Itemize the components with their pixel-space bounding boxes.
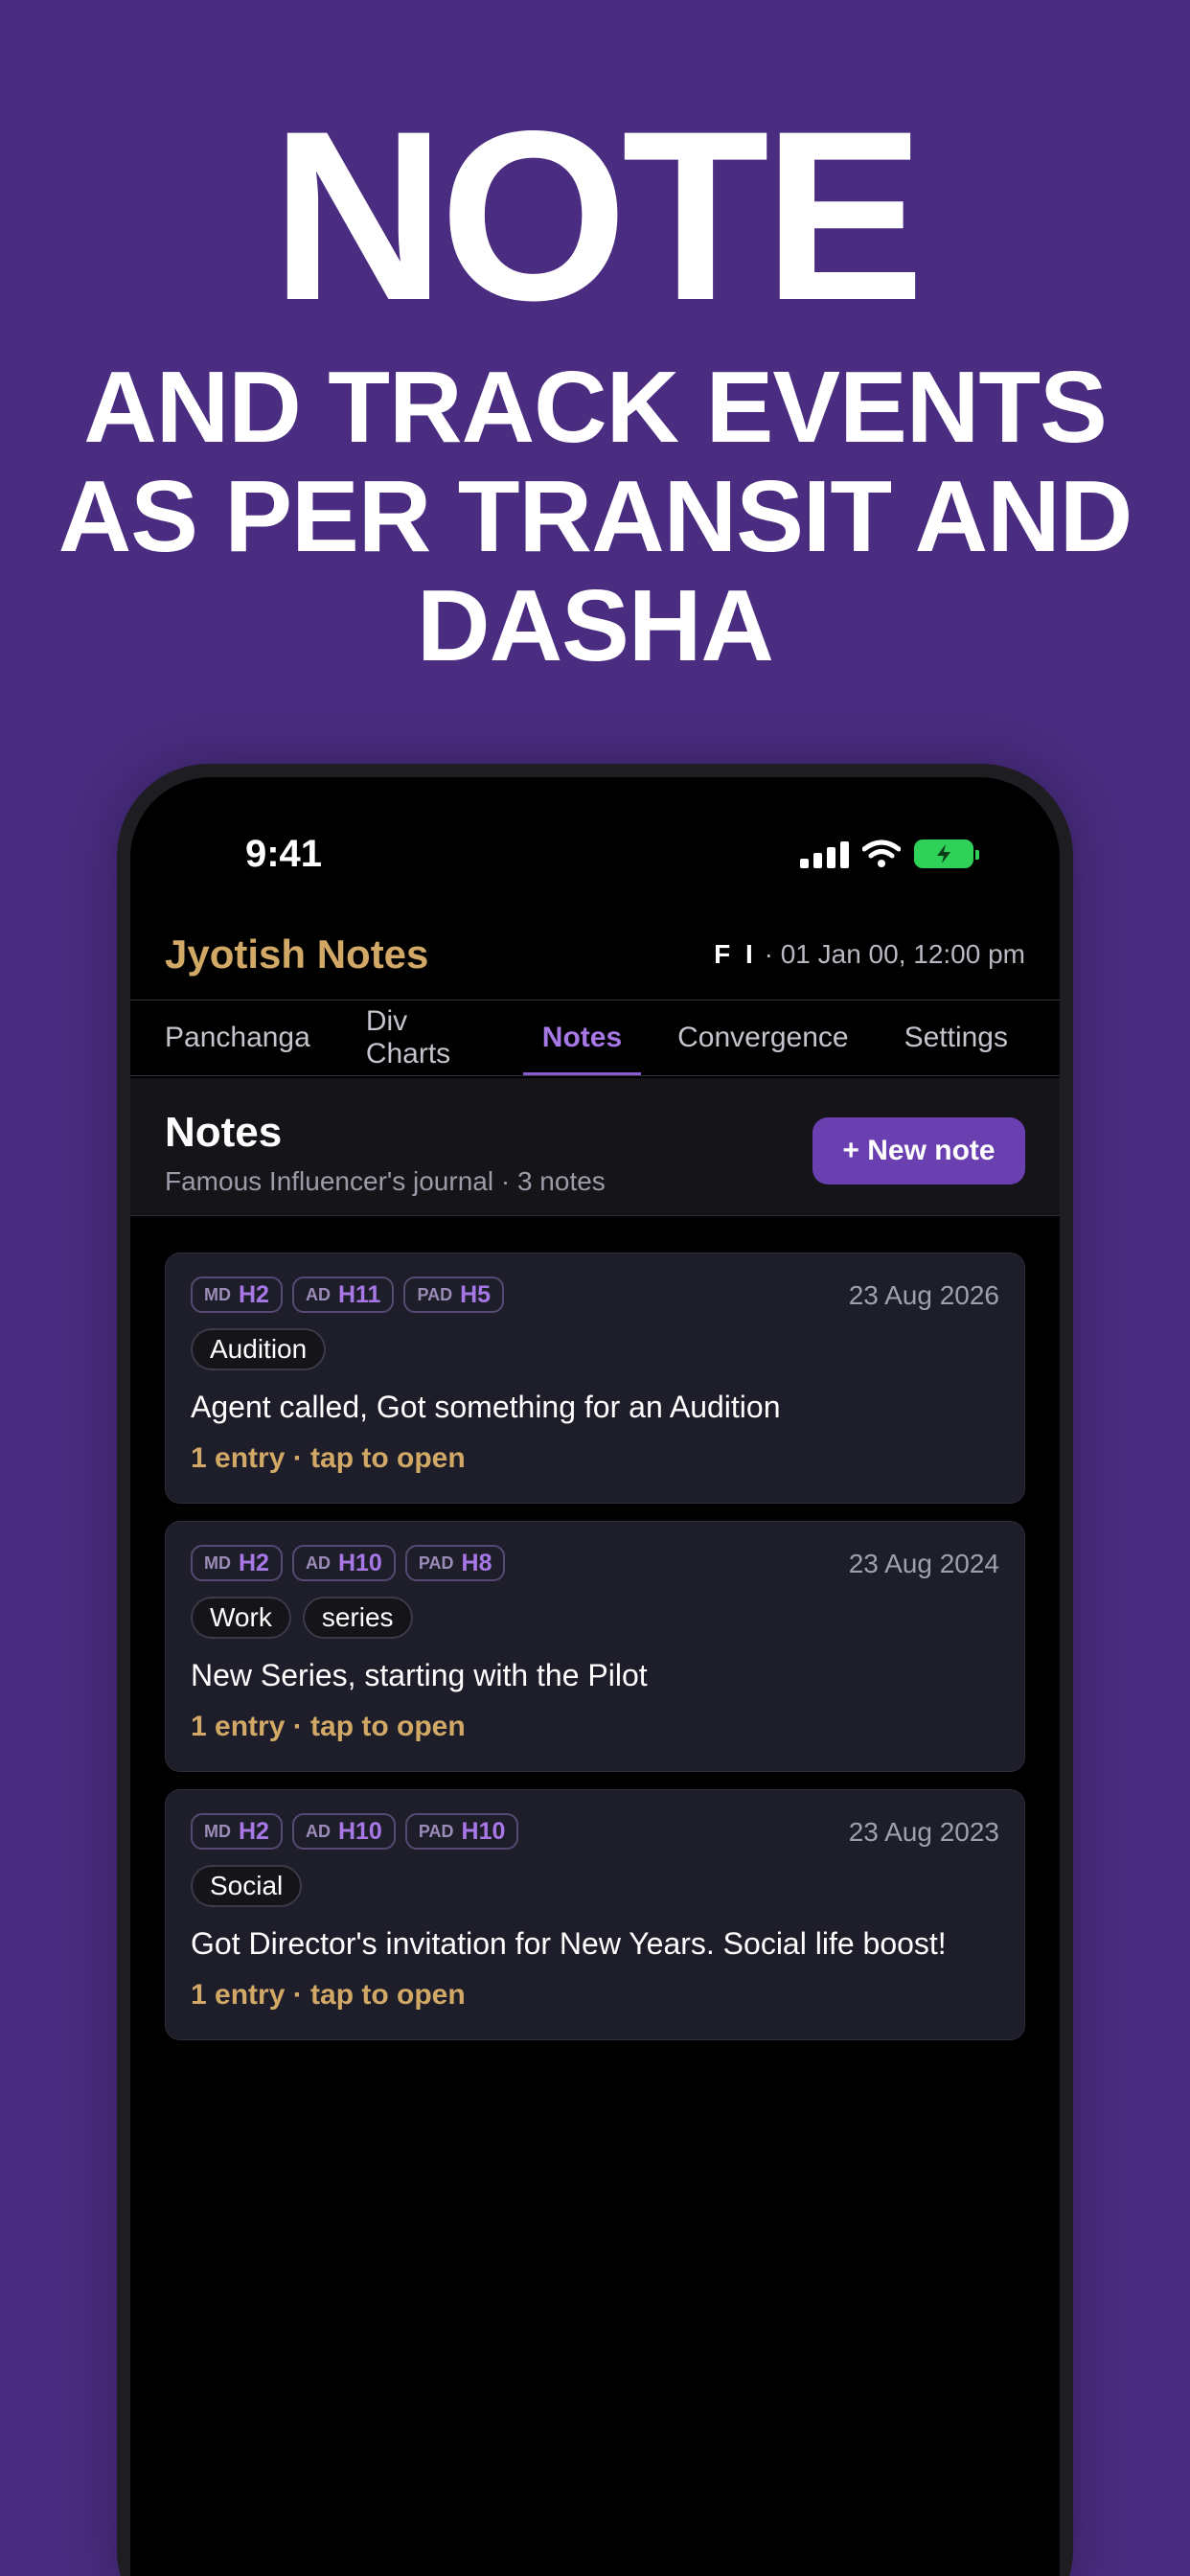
note-tag: series bbox=[302, 1597, 413, 1639]
badge-value: H10 bbox=[337, 1817, 382, 1845]
dasha-badge: AD H10 bbox=[291, 1545, 396, 1581]
dasha-badge: PAD H10 bbox=[404, 1813, 519, 1850]
note-text: Got Director's invitation for New Years.… bbox=[191, 1926, 947, 1961]
promo-subline-line: AS PER TRANSIT AND bbox=[57, 460, 1133, 573]
promo-subline-line: DASHA bbox=[417, 569, 774, 682]
dasha-badge: PAD H5 bbox=[403, 1276, 505, 1313]
app-title: Jyotish Notes bbox=[165, 932, 429, 977]
dasha-badge: AD H10 bbox=[291, 1813, 396, 1850]
dasha-badge: AD H11 bbox=[291, 1276, 395, 1313]
wifi-icon bbox=[862, 840, 901, 867]
badge-value: H8 bbox=[461, 1549, 492, 1576]
note-text: Agent called, Got something for an Audit… bbox=[191, 1390, 781, 1424]
note-tag: Social bbox=[191, 1865, 303, 1907]
badge-value: H2 bbox=[239, 1280, 269, 1308]
badge-key: AD bbox=[305, 1284, 331, 1304]
badge-value: H2 bbox=[239, 1549, 269, 1576]
profile-datetime[interactable]: F I · 01 Jan 00, 12:00 pm bbox=[714, 939, 1025, 970]
badge-key: MD bbox=[204, 1552, 231, 1573]
tab-div-charts[interactable]: Div Charts bbox=[347, 1000, 506, 1075]
battery-charging-icon bbox=[914, 840, 979, 868]
note-date: 23 Aug 2023 bbox=[848, 1817, 999, 1847]
note-card[interactable]: MD H2 AD H10 PAD H8 23 Aug 2024 Work series… bbox=[165, 1521, 1025, 1772]
note-entry-link[interactable]: 1 entry · tap to open bbox=[191, 1979, 999, 2012]
profile-initials: F I bbox=[714, 939, 757, 969]
note-date: 23 Aug 2026 bbox=[848, 1280, 999, 1310]
notes-header: Notes Famous Influencer's journal · 3 no… bbox=[130, 1078, 1060, 1216]
badge-key: AD bbox=[305, 1821, 331, 1841]
note-tags: Audition bbox=[191, 1328, 999, 1370]
tab-panchanga[interactable]: Panchanga bbox=[146, 1000, 330, 1075]
app-header: Jyotish Notes F I · 01 Jan 00, 12:00 pm bbox=[130, 916, 1060, 993]
badge-key: MD bbox=[204, 1821, 231, 1841]
page-subtitle: Famous Influencer's journal · 3 notes bbox=[165, 1166, 606, 1196]
badge-key: PAD bbox=[418, 1552, 454, 1573]
note-tags: Work series bbox=[191, 1597, 999, 1639]
badge-value: H11 bbox=[337, 1280, 381, 1308]
note-entry-link[interactable]: 1 entry · tap to open bbox=[191, 1711, 999, 1743]
dasha-badge: MD H2 bbox=[191, 1813, 283, 1850]
profile-datetime-text: · 01 Jan 00, 12:00 pm bbox=[764, 939, 1025, 969]
promo-subline-line: AND TRACK EVENTS bbox=[83, 351, 1108, 464]
badge-value: H10 bbox=[461, 1817, 506, 1845]
page-title: Notes bbox=[165, 1109, 283, 1156]
badge-value: H5 bbox=[460, 1280, 492, 1308]
badge-key: MD bbox=[204, 1284, 231, 1304]
note-tag: Work bbox=[191, 1597, 291, 1639]
badge-value: H10 bbox=[337, 1549, 382, 1576]
note-date: 23 Aug 2024 bbox=[848, 1549, 999, 1578]
note-card[interactable]: MD H2 AD H11 PAD H5 23 Aug 2026 Audition Ag… bbox=[165, 1253, 1025, 1504]
promo-headline: NOTE bbox=[270, 81, 925, 351]
promo-subline: AND TRACK EVENTS AS PER TRANSIT AND DASH… bbox=[0, 353, 1190, 680]
dasha-badge: PAD H8 bbox=[404, 1545, 506, 1581]
dasha-badge: MD H2 bbox=[191, 1276, 283, 1313]
tab-settings[interactable]: Settings bbox=[885, 1000, 1027, 1075]
badge-key: PAD bbox=[417, 1284, 453, 1304]
status-time: 9:41 bbox=[244, 833, 323, 875]
dasha-badge: MD H2 bbox=[191, 1545, 283, 1581]
cellular-signal-icon bbox=[800, 840, 849, 868]
phone-frame: 9:41 Jyotish Notes F I · 01 Jan 00, 12:0… bbox=[117, 764, 1073, 2576]
phone-screen: 9:41 Jyotish Notes F I · 01 Jan 00, 12:0… bbox=[130, 777, 1060, 2576]
new-note-button[interactable]: + New note bbox=[812, 1117, 1025, 1184]
tab-bar: Panchanga Div Charts Notes Convergence S… bbox=[130, 1000, 1060, 1076]
notes-list: MD H2 AD H11 PAD H5 23 Aug 2026 Audition Ag… bbox=[165, 1253, 1025, 2058]
note-tags: Social bbox=[191, 1865, 999, 1907]
badge-value: H2 bbox=[239, 1817, 269, 1845]
note-card[interactable]: MD H2 AD H10 PAD H10 23 Aug 2023 Social Got… bbox=[165, 1789, 1025, 2040]
note-entry-link[interactable]: 1 entry · tap to open bbox=[191, 1442, 999, 1475]
status-icons bbox=[800, 835, 979, 873]
tab-convergence[interactable]: Convergence bbox=[658, 1000, 867, 1075]
note-tag: Audition bbox=[191, 1328, 327, 1370]
badge-key: AD bbox=[305, 1552, 331, 1573]
badge-key: PAD bbox=[418, 1821, 454, 1841]
note-text: New Series, starting with the Pilot bbox=[191, 1658, 648, 1692]
tab-notes[interactable]: Notes bbox=[522, 1000, 642, 1075]
